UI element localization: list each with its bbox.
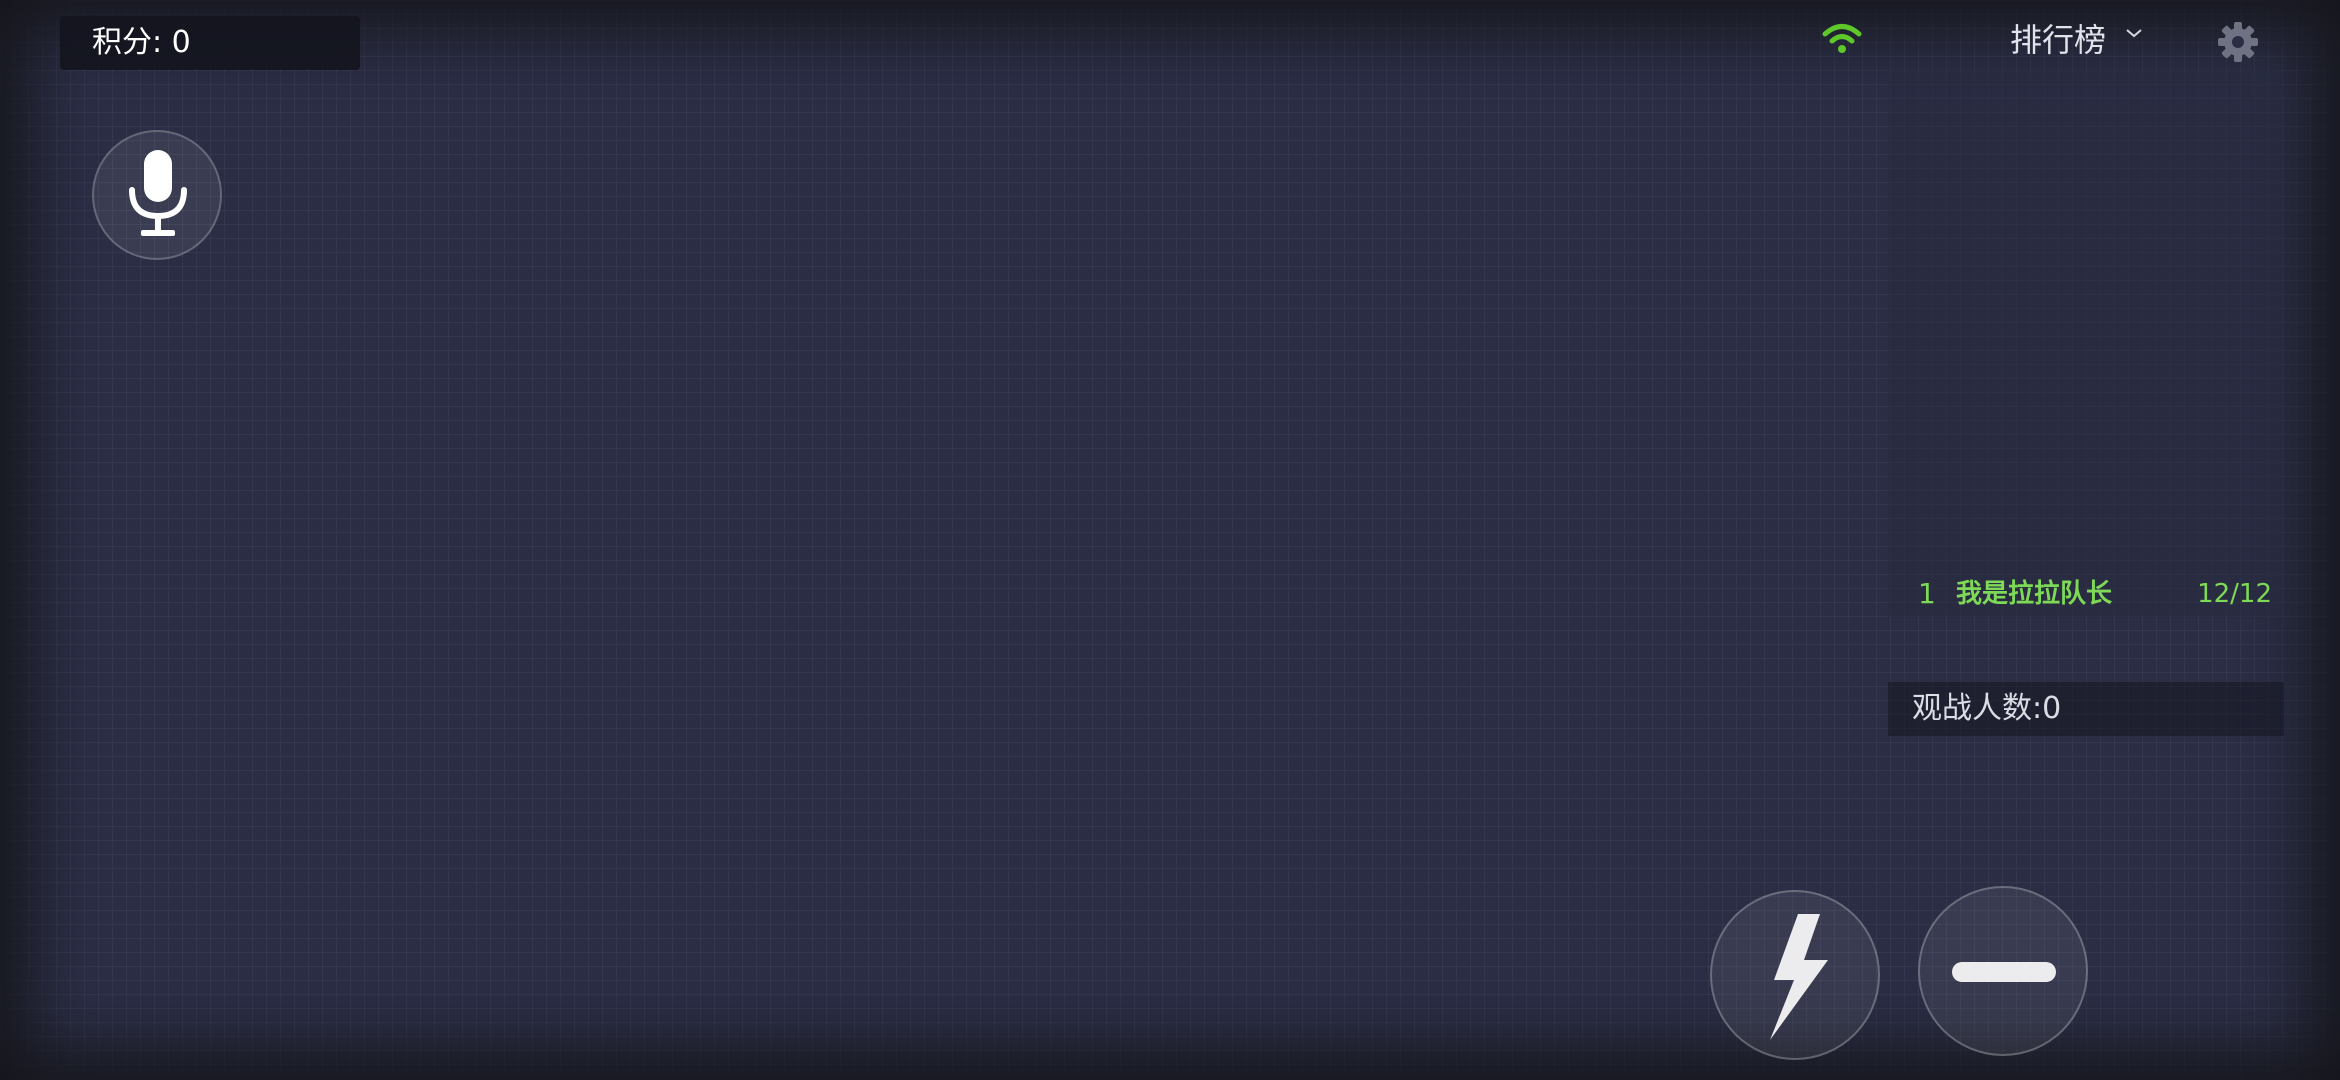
spectator-count: 观战人数:0	[1888, 682, 2284, 736]
gear-icon[interactable]	[2216, 20, 2260, 64]
leaderboard-row: 1 我是拉拉队长 12/12	[1888, 570, 2284, 618]
minus-icon	[1952, 962, 2056, 982]
leaderboard-player-name: 我是拉拉队长	[1956, 579, 2113, 609]
leaderboard-title: 排行榜	[2010, 21, 2107, 59]
leaderboard-score: 12/12	[2197, 579, 2272, 609]
wifi-icon	[1822, 24, 1862, 53]
microphone-icon	[129, 150, 187, 236]
shrink-button[interactable]	[1918, 886, 2088, 1056]
lightning-icon	[1770, 914, 1828, 1040]
microphone-button[interactable]	[92, 130, 222, 260]
leaderboard-toggle[interactable]: 排行榜	[2010, 18, 2106, 62]
leaderboard-rank: 1	[1918, 577, 1936, 610]
score-display: 积分: 0	[60, 16, 360, 70]
boost-button[interactable]	[1710, 890, 1880, 1060]
score-label: 积分: 0	[92, 25, 191, 60]
leaderboard-panel	[1888, 70, 2284, 618]
chevron-down-icon[interactable]	[2124, 26, 2144, 40]
spectator-count-label: 观战人数:0	[1912, 691, 2062, 726]
